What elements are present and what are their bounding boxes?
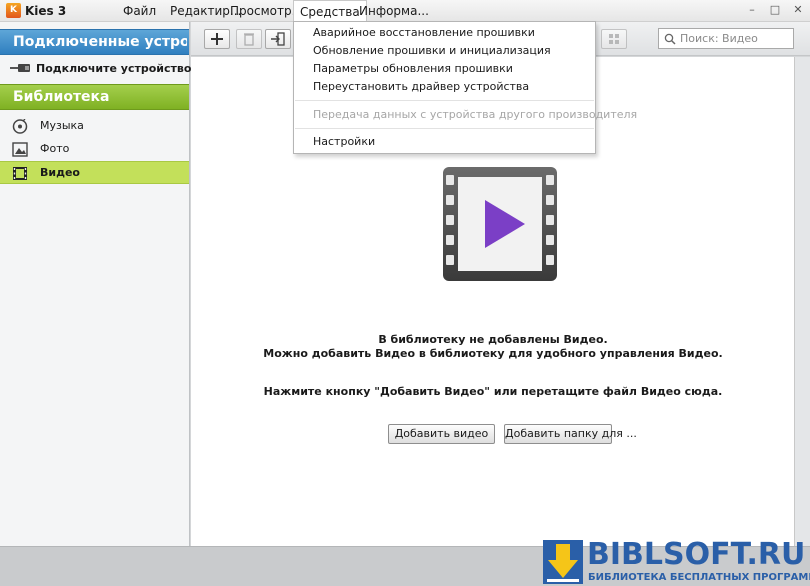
sidebar-item-photo[interactable]: Фото — [0, 138, 189, 161]
delete-icon — [244, 33, 254, 46]
grid-view-icon — [609, 34, 619, 44]
menu-item-preferences[interactable]: Настройки — [313, 135, 375, 148]
empty-message-line2: Можно добавить Видео в библиотеку для уд… — [263, 347, 723, 360]
sidebar-item-label: Музыка — [40, 119, 84, 132]
add-button[interactable] — [204, 29, 230, 49]
menu-info[interactable]: Информа... — [359, 4, 429, 18]
minimize-button[interactable]: – — [744, 3, 760, 17]
empty-message-line1: В библиотеку не добавлены Видео. — [378, 333, 608, 346]
library-header[interactable]: Библиотека — [0, 84, 189, 110]
menu-item-reinstall-driver[interactable]: Переустановить драйвер устройства — [313, 80, 529, 93]
connected-devices-title: Подключенные устро... — [13, 34, 187, 50]
menu-item-firmware-update-settings[interactable]: Параметры обновления прошивки — [313, 62, 513, 75]
search-icon — [664, 33, 676, 45]
add-video-button[interactable]: Добавить видео — [388, 424, 495, 444]
delete-button[interactable] — [236, 29, 262, 49]
empty-library-message: В библиотеку не добавлены Видео. Можно д… — [191, 333, 795, 361]
watermark-title: BIBLSOFT.RU — [587, 537, 806, 572]
add-folder-button[interactable]: Добавить папку для ... — [504, 424, 637, 444]
menu-separator — [295, 128, 594, 129]
library-title: Библиотека — [13, 89, 110, 105]
connect-device-label: Подключите устройство. — [36, 62, 196, 75]
grid-view-button[interactable] — [601, 29, 627, 49]
music-icon — [12, 119, 28, 134]
sidebar-item-video[interactable]: Видео — [0, 161, 189, 184]
maximize-button[interactable]: □ — [767, 3, 783, 17]
sidebar: Подключенные устро... Подключите устройс… — [0, 22, 196, 546]
sidebar-item-label: Видео — [40, 166, 80, 179]
video-illustration-icon — [443, 167, 557, 281]
export-button[interactable] — [265, 29, 291, 49]
watermark: BIBLSOFT.RU БИБЛИОТЕКА БЕСПЛАТНЫХ ПРОГРА… — [543, 537, 810, 586]
drag-drop-hint: Нажмите кнопку "Добавить Видео" или пере… — [263, 385, 723, 398]
app-title: Kies 3 — [25, 4, 67, 18]
menu-file[interactable]: Файл — [123, 4, 156, 18]
menu-tools[interactable]: Средства — [293, 0, 367, 22]
kies-logo-icon: K — [6, 3, 21, 18]
watermark-subtitle: БИБЛИОТЕКА БЕСПЛАТНЫХ ПРОГРАММ — [588, 572, 810, 583]
menu-item-firmware-update[interactable]: Обновление прошивки и инициализация — [313, 44, 551, 57]
menu-item-transfer-data: Передача данных с устройства другого про… — [313, 108, 638, 121]
sidebar-item-label: Фото — [40, 142, 70, 155]
menu-item-firmware-recovery[interactable]: Аварийное восстановление прошивки — [313, 26, 535, 39]
export-icon — [271, 32, 285, 46]
connect-device-row[interactable]: Подключите устройство. — [0, 57, 196, 81]
sidebar-item-music[interactable]: Музыка — [0, 115, 189, 138]
tools-dropdown-menu: Аварийное восстановление прошивки Обновл… — [293, 21, 637, 154]
download-logo-icon — [543, 540, 583, 584]
search-box[interactable] — [658, 28, 794, 49]
close-button[interactable]: ✕ — [790, 3, 806, 17]
video-icon — [13, 167, 27, 180]
connected-devices-header[interactable]: Подключенные устро... — [0, 29, 189, 55]
add-icon — [211, 33, 223, 45]
usb-cable-icon — [10, 64, 30, 72]
title-bar: K Kies 3 Файл Редактир... Просмотр... Ср… — [0, 0, 810, 22]
search-input[interactable] — [680, 31, 790, 46]
menu-separator — [295, 100, 594, 101]
photo-icon — [12, 142, 28, 157]
right-edge-strip — [795, 57, 810, 546]
